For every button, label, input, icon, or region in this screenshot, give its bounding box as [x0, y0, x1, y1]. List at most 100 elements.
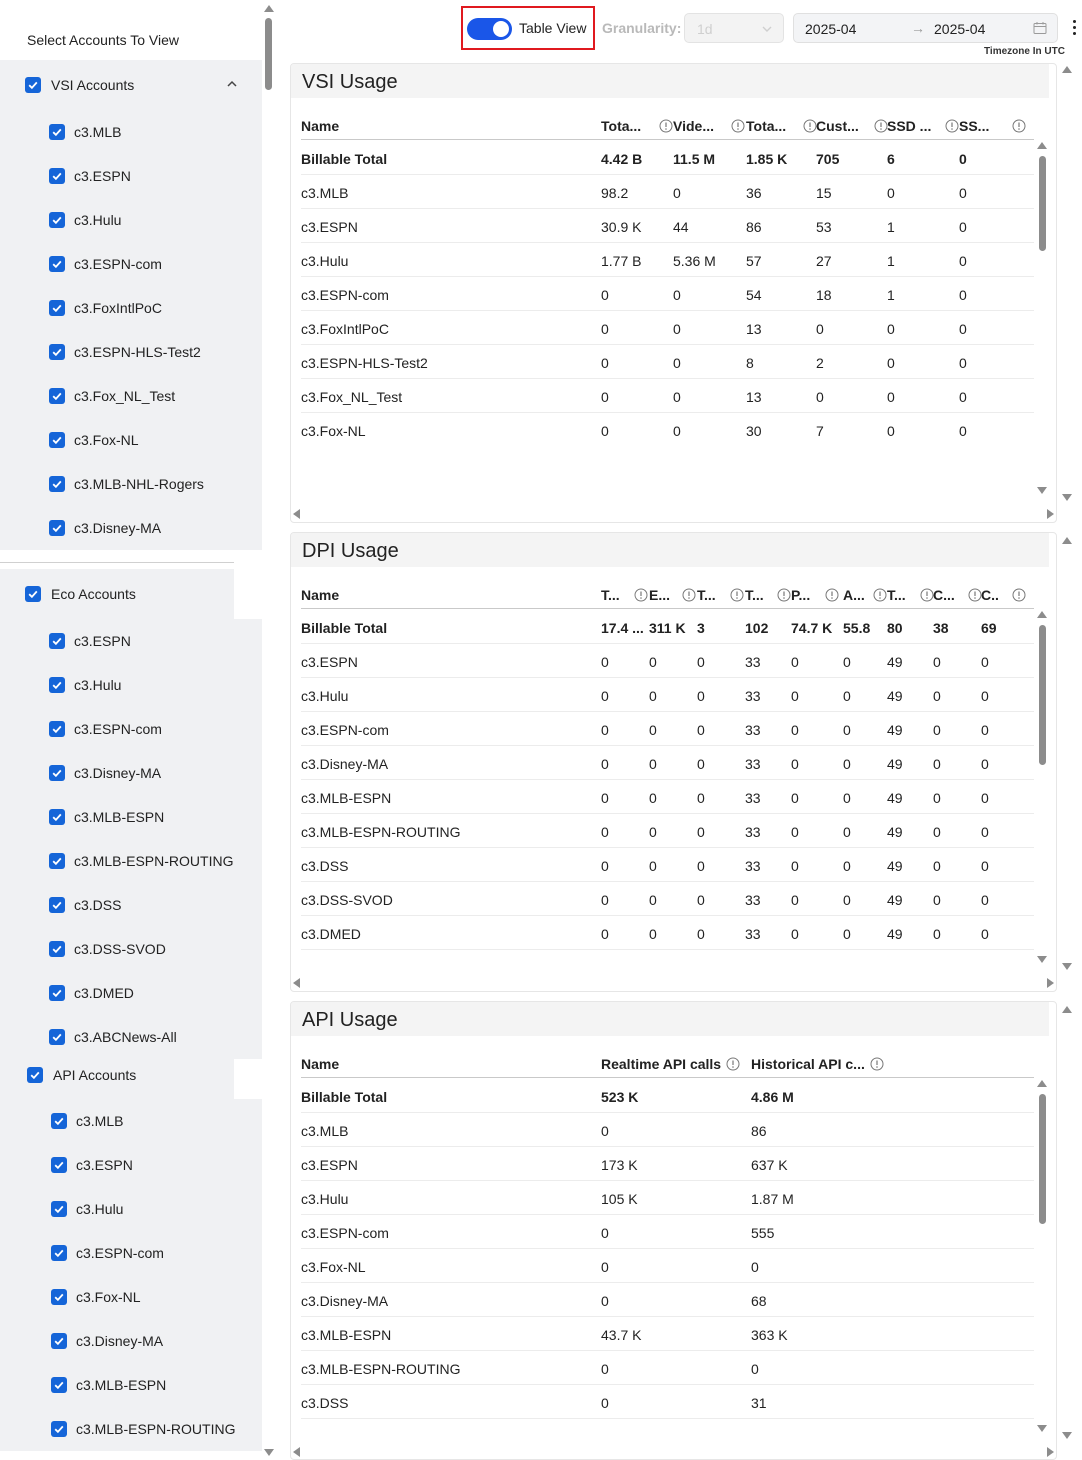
account-checkbox[interactable]: [51, 1113, 67, 1129]
table-scroll-thumb[interactable]: [1039, 156, 1046, 251]
chevron-up-icon[interactable]: [226, 78, 238, 90]
date-from[interactable]: 2025-04: [805, 21, 856, 37]
page-scrollbar[interactable]: [1062, 60, 1072, 1460]
account-checkbox[interactable]: [51, 1421, 67, 1437]
account-item[interactable]: c3.MLB-ESPN: [0, 1363, 262, 1407]
account-item[interactable]: c3.ESPN-com: [0, 1231, 262, 1275]
table-scroll-up-arrow[interactable]: [1037, 1080, 1047, 1087]
account-item[interactable]: c3.MLB-ESPN-ROUTING: [0, 1407, 262, 1451]
info-icon[interactable]: [731, 119, 745, 133]
table-scrollbar[interactable]: [1037, 1080, 1047, 1432]
info-icon[interactable]: [726, 1057, 740, 1071]
account-checkbox[interactable]: [49, 124, 65, 140]
page-scroll-up-arrow[interactable]: [1062, 537, 1072, 544]
group-checkbox[interactable]: [25, 77, 41, 93]
info-icon[interactable]: [730, 588, 744, 602]
account-item[interactable]: c3.ESPN-com: [0, 707, 262, 751]
account-item[interactable]: c3.Fox-NL: [0, 1275, 262, 1319]
scroll-right-arrow[interactable]: [1047, 509, 1054, 519]
column-header[interactable]: Historical API c...: [751, 1056, 865, 1072]
calendar-icon[interactable]: [1033, 21, 1047, 35]
account-item[interactable]: c3.MLB: [0, 1099, 262, 1143]
account-checkbox[interactable]: [49, 432, 65, 448]
account-checkbox[interactable]: [49, 633, 65, 649]
column-header[interactable]: T...: [745, 587, 764, 603]
info-icon[interactable]: [873, 588, 887, 602]
account-checkbox[interactable]: [49, 721, 65, 737]
scroll-up-arrow[interactable]: [264, 5, 274, 12]
account-item[interactable]: c3.Fox-NL: [0, 418, 262, 462]
sidebar-scrollbar[interactable]: [264, 0, 274, 1460]
table-scroll-thumb[interactable]: [1039, 625, 1046, 765]
account-group-header[interactable]: API Accounts: [0, 1051, 234, 1099]
table-scroll-down-arrow[interactable]: [1037, 956, 1047, 963]
account-item[interactable]: c3.Disney-MA: [0, 1319, 262, 1363]
account-checkbox[interactable]: [49, 897, 65, 913]
account-checkbox[interactable]: [51, 1157, 67, 1173]
account-item[interactable]: c3.FoxIntlPoC: [0, 286, 262, 330]
account-checkbox[interactable]: [49, 212, 65, 228]
column-header[interactable]: Tota...: [746, 118, 786, 134]
account-item[interactable]: c3.Fox_NL_Test: [0, 374, 262, 418]
page-scroll-down-arrow[interactable]: [1062, 963, 1072, 970]
account-item[interactable]: c3.ESPN-com: [0, 242, 262, 286]
account-checkbox[interactable]: [51, 1377, 67, 1393]
scroll-right-arrow[interactable]: [1047, 978, 1054, 988]
account-item[interactable]: c3.MLB: [0, 110, 262, 154]
column-header[interactable]: Name: [301, 587, 339, 603]
account-item[interactable]: c3.MLB-ESPN: [0, 795, 262, 839]
account-item[interactable]: c3.Hulu: [0, 198, 262, 242]
info-icon[interactable]: [777, 588, 791, 602]
page-scroll-down-arrow[interactable]: [1062, 1432, 1072, 1439]
column-header[interactable]: SSD ...: [887, 118, 931, 134]
table-scrollbar[interactable]: [1037, 142, 1047, 494]
table-scroll-thumb[interactable]: [1039, 1094, 1046, 1224]
column-header[interactable]: C...: [933, 587, 955, 603]
account-checkbox[interactable]: [49, 765, 65, 781]
account-checkbox[interactable]: [49, 941, 65, 957]
info-icon[interactable]: [874, 119, 888, 133]
account-checkbox[interactable]: [49, 809, 65, 825]
account-item[interactable]: c3.MLB-ESPN-ROUTING: [0, 839, 262, 883]
granularity-select[interactable]: 1d: [684, 13, 784, 43]
info-icon[interactable]: [634, 588, 648, 602]
account-group-header[interactable]: VSI Accounts: [0, 60, 262, 110]
account-item[interactable]: c3.ESPN-HLS-Test2: [0, 330, 262, 374]
column-header[interactable]: T...: [887, 587, 906, 603]
table-scroll-down-arrow[interactable]: [1037, 1425, 1047, 1432]
table-scroll-down-arrow[interactable]: [1037, 487, 1047, 494]
account-checkbox[interactable]: [49, 300, 65, 316]
account-checkbox[interactable]: [49, 344, 65, 360]
account-checkbox[interactable]: [49, 520, 65, 536]
info-icon[interactable]: [945, 119, 959, 133]
info-icon[interactable]: [920, 588, 934, 602]
info-icon[interactable]: [968, 588, 982, 602]
account-item[interactable]: c3.ESPN: [0, 619, 262, 663]
table-horizontal-scrollbar[interactable]: [293, 509, 1055, 519]
account-checkbox[interactable]: [49, 476, 65, 492]
scroll-left-arrow[interactable]: [293, 509, 300, 519]
column-header[interactable]: Vide...: [673, 118, 714, 134]
account-checkbox[interactable]: [49, 388, 65, 404]
table-scroll-up-arrow[interactable]: [1037, 611, 1047, 618]
account-item[interactable]: c3.Hulu: [0, 1187, 262, 1231]
account-item[interactable]: c3.DSS: [0, 883, 262, 927]
info-icon[interactable]: [803, 119, 817, 133]
column-header[interactable]: C..: [981, 587, 999, 603]
account-checkbox[interactable]: [49, 985, 65, 1001]
account-checkbox[interactable]: [51, 1245, 67, 1261]
account-checkbox[interactable]: [49, 677, 65, 693]
info-icon[interactable]: [659, 119, 673, 133]
account-item[interactable]: c3.DMED: [0, 971, 262, 1015]
date-range-picker[interactable]: 2025-04 → 2025-04: [793, 13, 1058, 43]
info-icon[interactable]: [825, 588, 839, 602]
scroll-down-arrow[interactable]: [264, 1449, 274, 1456]
account-checkbox[interactable]: [49, 853, 65, 869]
info-icon[interactable]: [1012, 119, 1026, 133]
table-view-switch[interactable]: [467, 18, 512, 40]
table-scrollbar[interactable]: [1037, 611, 1047, 963]
column-header[interactable]: E...: [649, 587, 670, 603]
account-item[interactable]: c3.Disney-MA: [0, 506, 262, 550]
account-item[interactable]: c3.ESPN: [0, 1143, 262, 1187]
info-icon[interactable]: [870, 1057, 884, 1071]
